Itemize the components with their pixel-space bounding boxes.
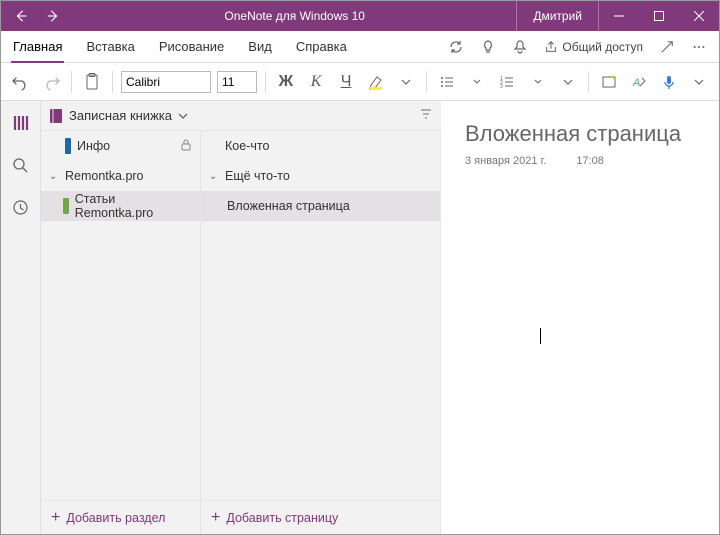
section-info[interactable]: Инфо	[41, 131, 200, 161]
undo-button[interactable]	[9, 68, 33, 96]
italic-button[interactable]: К	[304, 68, 328, 96]
lock-icon	[180, 139, 192, 154]
page-group-label: Ещё что-то	[225, 169, 290, 183]
dropdown-5[interactable]	[687, 68, 711, 96]
forward-button[interactable]	[41, 1, 65, 31]
underline-button[interactable]: Ч	[334, 68, 358, 96]
bell-icon[interactable]	[506, 33, 534, 61]
tab-help[interactable]: Справка	[284, 31, 359, 62]
section-label: Инфо	[77, 139, 110, 153]
dictate-button[interactable]	[657, 68, 681, 96]
sections-column: Инфо ⌄ Remontka.pro Статьи Remontka.pro …	[41, 131, 201, 534]
highlight-button[interactable]	[364, 68, 388, 96]
tab-draw[interactable]: Рисование	[147, 31, 236, 62]
sync-icon[interactable]	[442, 33, 470, 61]
more-icon[interactable]	[685, 33, 713, 61]
tag-button[interactable]	[597, 68, 621, 96]
plus-icon: +	[51, 510, 60, 526]
dropdown-3[interactable]	[525, 68, 549, 96]
minimize-button[interactable]	[599, 1, 639, 31]
notebook-label: Записная книжка	[69, 108, 172, 123]
tab-view[interactable]: Вид	[236, 31, 284, 62]
share-button[interactable]: Общий доступ	[538, 40, 649, 54]
section-child-label: Статьи Remontka.pro	[75, 192, 192, 220]
dropdown-1[interactable]	[394, 68, 418, 96]
svg-text:2: 2	[500, 80, 503, 86]
notebook-header[interactable]: Записная книжка	[41, 101, 441, 131]
tab-home[interactable]: Главная	[1, 31, 74, 62]
maximize-button[interactable]	[639, 1, 679, 31]
ribbon-tabs: Главная Вставка Рисование Вид Справка Об…	[1, 31, 719, 63]
add-section-label: Добавить раздел	[66, 511, 165, 525]
search-icon[interactable]	[7, 151, 35, 179]
svg-text:1: 1	[500, 76, 503, 82]
title-bar: OneNote для Windows 10 Дмитрий	[1, 1, 719, 31]
page-group[interactable]: ⌄ Ещё что-то	[201, 161, 440, 191]
notebooks-icon[interactable]	[7, 109, 35, 137]
font-size-input[interactable]	[217, 71, 257, 93]
close-button[interactable]	[679, 1, 719, 31]
user-name[interactable]: Дмитрий	[516, 1, 599, 31]
text-cursor	[540, 328, 541, 344]
page-child-label: Вложенная страница	[227, 199, 350, 213]
main-area: Записная книжка Инфо ⌄ Remontka.pro	[1, 101, 719, 534]
font-name-input[interactable]	[121, 71, 211, 93]
dropdown-2[interactable]	[465, 68, 489, 96]
clipboard-button[interactable]	[80, 68, 104, 96]
sort-icon[interactable]	[419, 107, 433, 124]
section-child[interactable]: Статьи Remontka.pro	[41, 191, 200, 221]
chevron-down-icon: ⌄	[209, 171, 219, 182]
dropdown-4[interactable]	[556, 68, 580, 96]
app-title: OneNote для Windows 10	[73, 9, 516, 23]
back-button[interactable]	[9, 1, 33, 31]
redo-button[interactable]	[39, 68, 63, 96]
section-group[interactable]: ⌄ Remontka.pro	[41, 161, 200, 191]
page-top-label: Кое-что	[225, 139, 269, 153]
chevron-down-icon: ⌄	[49, 171, 59, 182]
fullscreen-icon[interactable]	[653, 33, 681, 61]
page-top[interactable]: Кое-что	[201, 131, 440, 161]
page-title[interactable]: Вложенная страница	[465, 121, 695, 147]
section-color-icon	[63, 198, 69, 214]
add-page-label: Добавить страницу	[226, 511, 338, 525]
styles-button[interactable]: A	[627, 68, 651, 96]
bold-button[interactable]: Ж	[274, 68, 298, 96]
tab-insert[interactable]: Вставка	[74, 31, 146, 62]
numbering-button[interactable]: 123	[495, 68, 519, 96]
recent-icon[interactable]	[7, 193, 35, 221]
section-color-icon	[65, 138, 71, 154]
page-child[interactable]: Вложенная страница	[201, 191, 440, 221]
section-group-label: Remontka.pro	[65, 169, 144, 183]
add-page-button[interactable]: + Добавить страницу	[201, 500, 440, 534]
lightbulb-icon[interactable]	[474, 33, 502, 61]
share-label: Общий доступ	[562, 40, 643, 54]
plus-icon: +	[211, 510, 220, 526]
svg-text:3: 3	[500, 84, 503, 90]
page-time: 17:08	[576, 155, 604, 167]
page-canvas[interactable]: Вложенная страница 3 января 2021 г. 17:0…	[441, 101, 719, 534]
ribbon-toolbar: Ж К Ч 123 A	[1, 63, 719, 101]
bullets-button[interactable]	[435, 68, 459, 96]
page-date: 3 января 2021 г.	[465, 155, 546, 167]
pages-column: Кое-что ⌄ Ещё что-то Вложенная страница …	[201, 131, 441, 534]
add-section-button[interactable]: + Добавить раздел	[41, 500, 200, 534]
left-rail	[1, 101, 41, 534]
svg-text:A: A	[632, 77, 640, 89]
